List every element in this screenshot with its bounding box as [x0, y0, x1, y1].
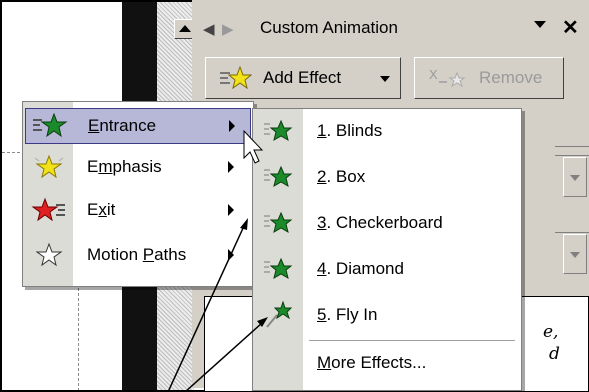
svg-text:X: X	[429, 67, 438, 82]
chevron-down-icon	[570, 175, 580, 181]
section-divider	[555, 146, 589, 147]
motion-paths-star-icon	[31, 242, 67, 273]
submenu-arrow-icon	[229, 120, 235, 132]
add-effect-button[interactable]: Add Effect	[205, 57, 401, 99]
remove-label: Remove	[479, 68, 543, 87]
menu-item-label: Motion Paths	[87, 245, 187, 264]
add-effect-menu: Entrance Emphasis Exit Motion Paths	[22, 101, 254, 287]
emphasis-star-icon	[31, 154, 67, 185]
submenu-item-label: 5. Fly In	[317, 305, 378, 324]
property-dropdown-button[interactable]	[563, 234, 587, 274]
fly-in-effect-icon	[263, 300, 293, 334]
add-effect-label: Add Effect	[263, 68, 342, 87]
submenu-item-box[interactable]: 2. Box	[255, 159, 519, 197]
entrance-star-icon	[32, 112, 68, 144]
up-arrow-icon	[179, 25, 191, 32]
task-pane-title: Custom Animation	[260, 18, 398, 37]
task-pane-menu-dropdown[interactable]	[534, 21, 546, 28]
entrance-submenu: 1. Blinds 2. Box 3. Checkerboard 4. Diam…	[252, 108, 522, 391]
scroll-up-button[interactable]	[174, 19, 194, 39]
menu-separator	[309, 340, 515, 341]
chevron-down-icon	[380, 76, 390, 82]
menu-item-exit[interactable]: Exit	[25, 193, 251, 229]
list-text-fragment: d	[549, 344, 560, 364]
menu-item-label: Exit	[87, 200, 116, 219]
start-dropdown-button[interactable]	[563, 157, 587, 197]
submenu-item-label: 1. Blinds	[317, 121, 383, 140]
submenu-item-label: 3. Checkerboard	[317, 213, 443, 232]
back-arrow-icon[interactable]: ◀	[203, 20, 215, 38]
submenu-arrow-icon	[228, 249, 234, 261]
remove-button[interactable]: X Remove	[414, 57, 564, 99]
submenu-item-blinds[interactable]: 1. Blinds	[255, 113, 519, 151]
add-effect-star-icon	[218, 65, 253, 95]
submenu-item-label: 4. Diamond	[317, 259, 404, 278]
box-effect-icon	[263, 165, 293, 196]
submenu-item-more-effects[interactable]: More Effects...	[255, 345, 519, 383]
blinds-effect-icon	[263, 119, 293, 150]
submenu-item-diamond[interactable]: 4. Diamond	[255, 251, 519, 289]
close-icon[interactable]: ✕	[562, 15, 579, 40]
submenu-arrow-icon	[228, 161, 234, 173]
exit-star-icon	[31, 197, 67, 228]
submenu-item-label: 2. Box	[317, 167, 366, 186]
submenu-arrow-icon	[228, 204, 234, 216]
list-text-fragment: e,	[543, 322, 559, 342]
submenu-item-label: More Effects...	[317, 353, 427, 372]
menu-item-motion-paths[interactable]: Motion Paths	[25, 238, 251, 274]
forward-arrow-icon[interactable]: ▶	[222, 20, 234, 38]
menu-item-entrance[interactable]: Entrance	[25, 108, 251, 144]
menu-item-label: Entrance	[88, 116, 157, 135]
submenu-item-fly-in[interactable]: 5. Fly In	[255, 297, 519, 335]
menu-item-label: Emphasis	[87, 157, 162, 176]
submenu-item-checkerboard[interactable]: 3. Checkerboard	[255, 205, 519, 243]
chevron-down-icon	[570, 252, 580, 258]
remove-effect-icon: X	[429, 67, 469, 96]
menu-item-emphasis[interactable]: Emphasis	[25, 150, 251, 186]
diamond-effect-icon	[263, 257, 293, 288]
checkerboard-effect-icon	[263, 211, 293, 242]
